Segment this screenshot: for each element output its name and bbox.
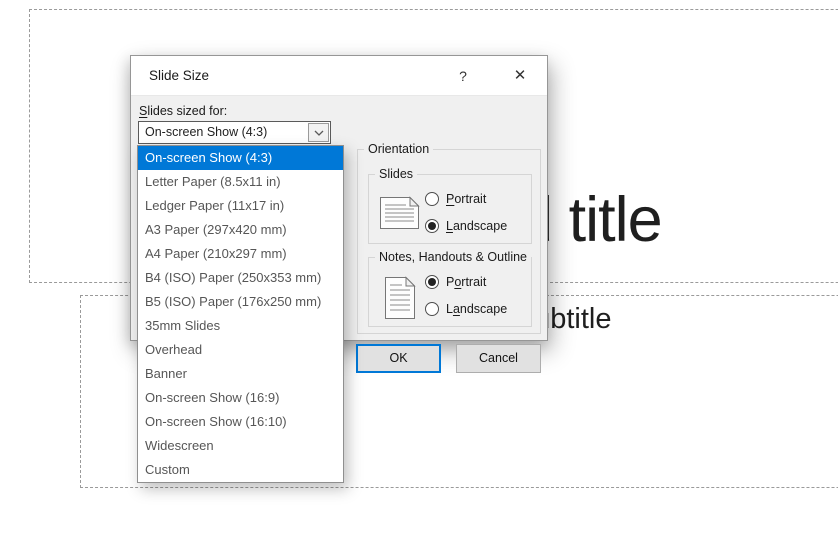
notes-landscape-radio[interactable]: [425, 302, 439, 316]
slide-editor-canvas: Click to add title Click to add subtitle…: [0, 0, 838, 558]
dropdown-item[interactable]: Overhead: [138, 338, 343, 362]
landscape-page-icon: [379, 196, 420, 230]
slides-landscape-radio[interactable]: [425, 219, 439, 233]
dropdown-item[interactable]: On-screen Show (16:10): [138, 410, 343, 434]
combobox-dropdown-button[interactable]: [308, 123, 329, 142]
dialog-titlebar[interactable]: Slide Size ? ✕: [131, 56, 547, 96]
dropdown-item[interactable]: Custom: [138, 458, 343, 482]
dropdown-item[interactable]: On-screen Show (16:9): [138, 386, 343, 410]
notes-orientation-group: Notes, Handouts & Outline Portrait Lands…: [368, 250, 532, 327]
orientation-group: Orientation Slides Portrait Landscape No…: [357, 142, 541, 334]
ok-button[interactable]: OK: [356, 344, 441, 373]
notes-landscape-label: Landscape: [446, 302, 508, 316]
close-icon[interactable]: ✕: [505, 56, 535, 96]
slides-portrait-label: Portrait: [446, 192, 487, 206]
slides-portrait-radio[interactable]: [425, 192, 439, 206]
notes-portrait-option[interactable]: Portrait: [425, 274, 486, 290]
combobox-value: On-screen Show (4:3): [145, 125, 268, 139]
chevron-down-icon: [314, 130, 324, 136]
help-icon[interactable]: ?: [448, 56, 478, 96]
dropdown-item[interactable]: B5 (ISO) Paper (176x250 mm): [138, 290, 343, 314]
portrait-page-icon: [384, 276, 416, 320]
notes-portrait-label: Portrait: [446, 275, 487, 289]
slide-size-dropdown-list: On-screen Show (4:3) Letter Paper (8.5x1…: [137, 145, 344, 483]
notes-portrait-radio[interactable]: [425, 275, 439, 289]
dropdown-item[interactable]: Letter Paper (8.5x11 in): [138, 170, 343, 194]
slides-sized-for-combobox[interactable]: On-screen Show (4:3): [138, 121, 331, 144]
dropdown-item[interactable]: Banner: [138, 362, 343, 386]
dropdown-item[interactable]: A3 Paper (297x420 mm): [138, 218, 343, 242]
orientation-group-label: Orientation: [364, 142, 434, 156]
slides-orientation-group: Slides Portrait Landscape: [368, 167, 532, 244]
cancel-button[interactable]: Cancel: [456, 344, 541, 373]
slides-landscape-option[interactable]: Landscape: [425, 218, 507, 234]
dropdown-item[interactable]: On-screen Show (4:3): [138, 146, 343, 170]
slides-sized-for-label: Slides sized for:: [139, 104, 228, 118]
dropdown-item[interactable]: B4 (ISO) Paper (250x353 mm): [138, 266, 343, 290]
dialog-title: Slide Size: [149, 68, 210, 83]
dropdown-item[interactable]: A4 Paper (210x297 mm): [138, 242, 343, 266]
dropdown-item[interactable]: Ledger Paper (11x17 in): [138, 194, 343, 218]
slides-group-label: Slides: [375, 167, 418, 181]
slides-portrait-option[interactable]: Portrait: [425, 191, 486, 207]
notes-landscape-option[interactable]: Landscape: [425, 301, 507, 317]
notes-group-label: Notes, Handouts & Outline: [375, 250, 531, 264]
slides-landscape-label: Landscape: [446, 219, 508, 233]
dropdown-item[interactable]: Widescreen: [138, 434, 343, 458]
dropdown-item[interactable]: 35mm Slides: [138, 314, 343, 338]
